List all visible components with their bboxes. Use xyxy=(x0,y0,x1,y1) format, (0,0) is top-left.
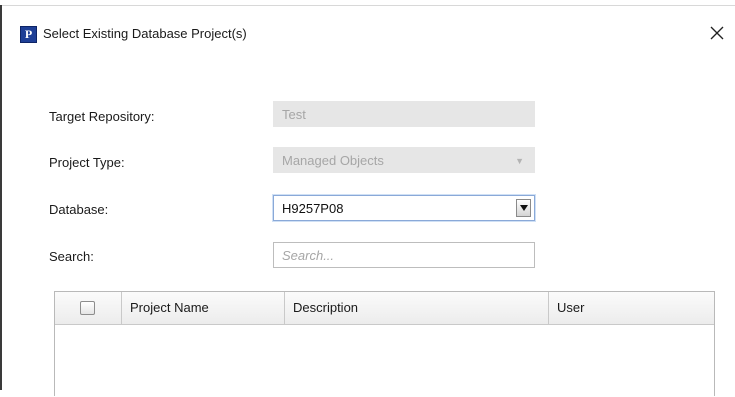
select-all-header xyxy=(55,292,122,324)
search-label: Search: xyxy=(49,249,94,264)
app-logo-letter: P xyxy=(24,27,33,41)
target-repository-label: Target Repository: xyxy=(49,109,155,124)
database-label: Database: xyxy=(49,202,109,217)
table-body xyxy=(55,325,714,397)
dialog-title: Select Existing Database Project(s) xyxy=(43,26,247,41)
search-input[interactable] xyxy=(282,244,522,267)
search-field[interactable] xyxy=(273,242,535,268)
database-value: H9257P08 xyxy=(282,201,344,216)
target-repository-field: Test xyxy=(273,101,535,127)
projects-table: Project Name Description User xyxy=(54,291,715,397)
project-type-select: Managed Objects ▼ xyxy=(273,147,535,173)
close-icon xyxy=(710,26,724,40)
title-bar: P Select Existing Database Project(s) xyxy=(2,6,735,60)
database-dropdown-button[interactable] xyxy=(516,199,531,217)
project-type-value: Managed Objects xyxy=(282,153,384,168)
target-repository-value: Test xyxy=(282,107,306,122)
column-header-user[interactable]: User xyxy=(549,292,714,324)
column-header-project-name[interactable]: Project Name xyxy=(122,292,285,324)
select-project-dialog: P Select Existing Database Project(s) Ta… xyxy=(2,5,735,397)
app-logo-icon: P xyxy=(20,26,37,43)
database-select[interactable]: H9257P08 xyxy=(273,195,535,221)
column-header-description[interactable]: Description xyxy=(285,292,549,324)
table-header: Project Name Description User xyxy=(55,292,714,325)
triangle-down-icon xyxy=(519,205,528,211)
chevron-down-icon: ▼ xyxy=(515,156,524,166)
select-all-checkbox[interactable] xyxy=(80,301,95,315)
close-button[interactable] xyxy=(704,20,730,46)
project-type-label: Project Type: xyxy=(49,155,125,170)
